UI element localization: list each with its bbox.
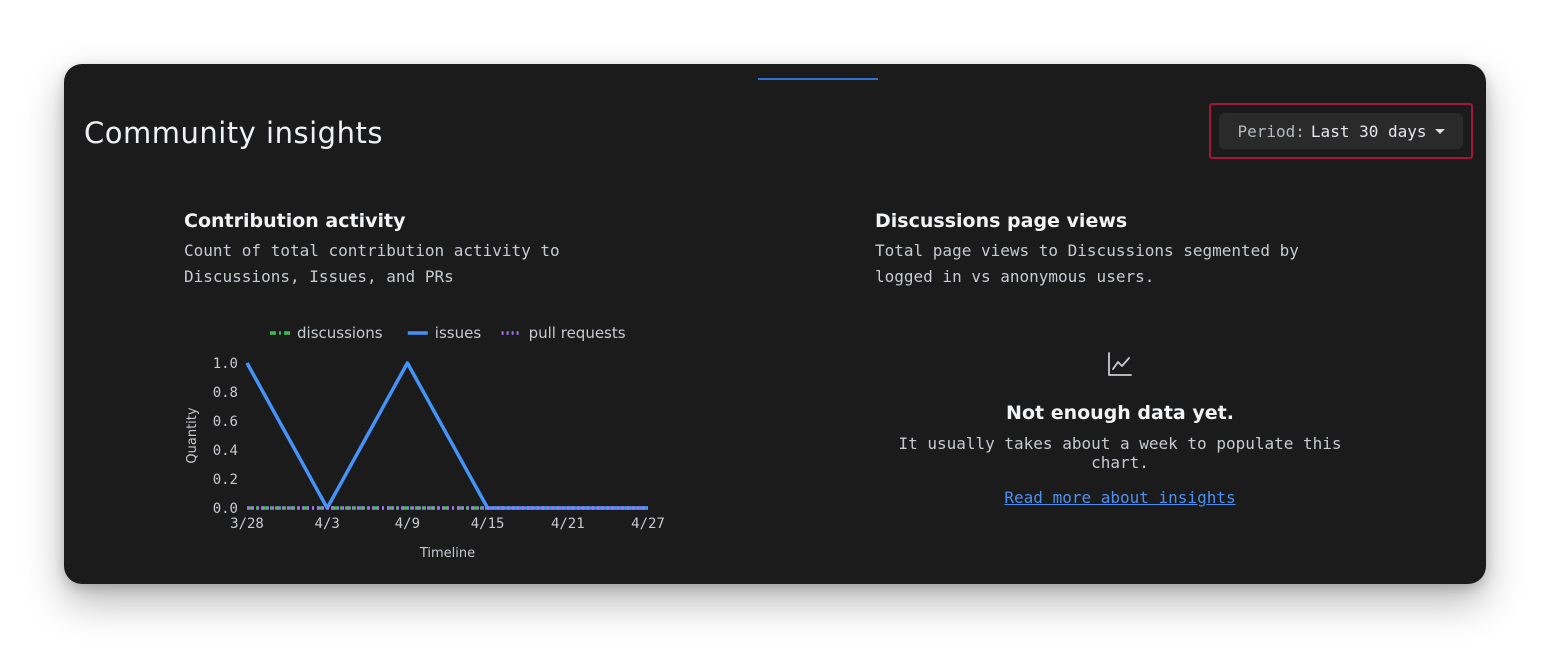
empty-state: Not enough data yet. It usually takes ab… — [875, 350, 1365, 507]
page-views-description: Total page views to Discussions segmente… — [875, 241, 1299, 286]
y-tick-label-4: 0.8 — [213, 385, 238, 401]
graph-icon — [1108, 352, 1132, 376]
contribution-activity-title: Contribution activity — [184, 210, 406, 232]
contribution-activity-card: Contribution activity Count of total con… — [184, 210, 704, 290]
contribution-activity-chart: discussions issues pull requests 0.0 0.2 0.4 0… — [185, 324, 665, 561]
period-highlight-frame: Period: Last 30 days — [1209, 103, 1473, 159]
tab-underline-indicator — [758, 78, 878, 80]
y-tick-label-3: 0.6 — [213, 414, 238, 430]
caret-down-icon — [1434, 128, 1445, 134]
y-tick-label-5: 1.0 — [213, 356, 238, 372]
community-insights-panel: Community insights Period: Last 30 days … — [64, 64, 1486, 584]
y-tick-label-0: 0.0 — [213, 501, 238, 517]
page-title: Community insights — [84, 116, 383, 150]
x-tick-label-1: 4/3 — [315, 516, 340, 532]
y-tick-label-2: 0.4 — [213, 443, 238, 459]
page-views-title: Discussions page views — [875, 210, 1128, 232]
series-line-issues — [245, 361, 648, 510]
x-tick-label-5: 4/27 — [631, 516, 665, 532]
legend-label-1: issues — [435, 324, 482, 342]
read-more-insights-link[interactable]: Read more about insights — [1004, 488, 1235, 507]
empty-state-title: Not enough data yet. — [1006, 402, 1234, 424]
period-dropdown-button[interactable]: Period: Last 30 days — [1219, 113, 1463, 149]
x-tick-label-0: 3/28 — [230, 516, 264, 532]
x-tick-label-4: 4/21 — [551, 516, 585, 532]
x-tick-label-3: 4/15 — [471, 516, 505, 532]
period-value: Last 30 days — [1310, 121, 1427, 141]
x-axis-label: Timeline — [419, 546, 475, 561]
legend-label-2: pull requests — [529, 324, 626, 342]
period-label: Period: — [1237, 121, 1305, 141]
empty-state-description: It usually takes about a week to populat… — [898, 434, 1342, 472]
x-tick-label-2: 4/9 — [395, 516, 420, 532]
y-axis-label: Quantity — [185, 407, 200, 463]
contribution-activity-description: Count of total contribution activity to … — [184, 241, 560, 286]
page-views-card: Discussions page views Total page views … — [875, 210, 1395, 290]
y-tick-label-1: 0.2 — [213, 472, 238, 488]
legend-label-0: discussions — [297, 324, 383, 342]
